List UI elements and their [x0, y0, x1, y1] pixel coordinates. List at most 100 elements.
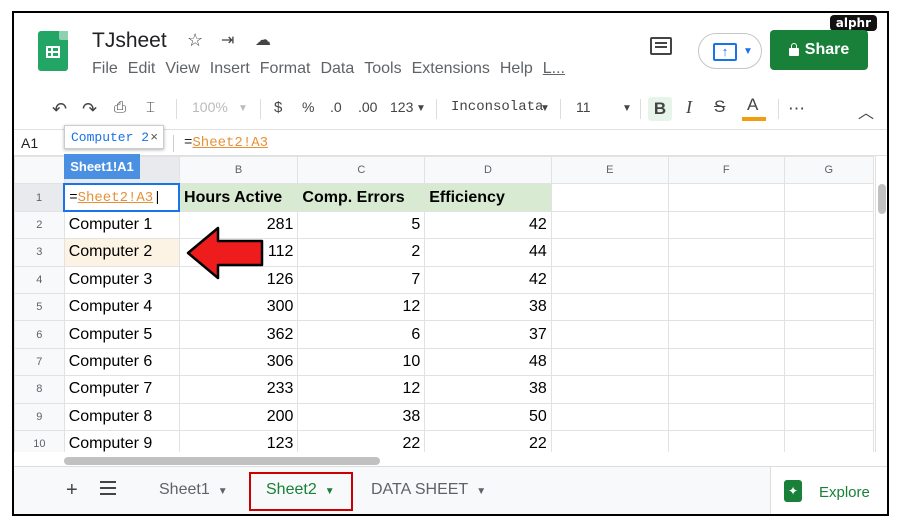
row-header[interactable]: 8: [14, 375, 65, 404]
cell[interactable]: [550, 375, 669, 404]
column-header-d[interactable]: D: [424, 156, 552, 185]
row-header[interactable]: 5: [14, 292, 65, 322]
cell-d[interactable]: 37: [424, 320, 552, 349]
cell[interactable]: [667, 183, 785, 212]
row-header[interactable]: 10: [14, 429, 65, 452]
cell-c1[interactable]: Comp. Errors: [297, 183, 426, 212]
cell-a[interactable]: Computer 8: [63, 402, 180, 431]
cell-c[interactable]: 22: [297, 429, 426, 452]
cell[interactable]: [783, 210, 874, 240]
menu-last-edit[interactable]: L...: [543, 60, 565, 78]
cell-a[interactable]: Computer 9: [63, 429, 180, 452]
formula-input[interactable]: =Sheet2!A3: [184, 135, 268, 151]
cell-c[interactable]: 12: [297, 292, 426, 322]
sheets-logo-icon[interactable]: [38, 31, 68, 71]
move-folder-icon[interactable]: ⇥: [221, 30, 234, 50]
comment-icon[interactable]: [650, 37, 672, 55]
cell[interactable]: [667, 429, 785, 452]
increase-decimal-button[interactable]: .00: [358, 99, 377, 115]
menu-file[interactable]: File: [92, 60, 118, 78]
strikethrough-button[interactable]: S: [714, 97, 725, 117]
cell-b[interactable]: 123: [178, 429, 299, 452]
row-header[interactable]: 2: [14, 210, 65, 240]
cell-a[interactable]: Computer 5: [63, 320, 180, 349]
cell-d[interactable]: 42: [424, 210, 552, 240]
cell[interactable]: [550, 238, 669, 267]
currency-format-button[interactable]: $: [274, 99, 282, 116]
row-header[interactable]: 4: [14, 265, 65, 294]
cell-c[interactable]: 6: [297, 320, 426, 349]
add-sheet-button[interactable]: +: [66, 479, 78, 502]
cell-d[interactable]: 42: [424, 265, 552, 294]
cell[interactable]: [783, 429, 874, 452]
select-all-corner[interactable]: [14, 156, 65, 185]
cell[interactable]: [550, 210, 669, 240]
menu-tools[interactable]: Tools: [364, 60, 401, 78]
menu-insert[interactable]: Insert: [210, 60, 250, 78]
star-icon[interactable]: ☆: [187, 30, 203, 51]
column-header-e[interactable]: E: [550, 156, 669, 185]
cell[interactable]: [550, 347, 669, 377]
font-size-select[interactable]: 11: [576, 99, 591, 115]
row-header[interactable]: 3: [14, 238, 65, 267]
column-header-c[interactable]: C: [297, 156, 426, 185]
column-header-f[interactable]: F: [667, 156, 785, 185]
present-button[interactable]: ↑ ▼: [698, 33, 762, 69]
cell-d[interactable]: 38: [424, 375, 552, 404]
row-header[interactable]: 7: [14, 347, 65, 377]
cell[interactable]: [667, 238, 785, 267]
collapse-toolbar-icon[interactable]: ︿: [858, 99, 874, 123]
cell-a[interactable]: Computer 1: [63, 210, 180, 240]
cell[interactable]: [667, 210, 785, 240]
bold-button[interactable]: B: [648, 97, 672, 121]
cell-d[interactable]: 38: [424, 292, 552, 322]
print-icon[interactable]: ⎙: [114, 99, 126, 116]
cell-c[interactable]: 12: [297, 375, 426, 404]
zoom-select[interactable]: 100%: [192, 99, 228, 115]
cell-b1[interactable]: Hours Active: [178, 183, 299, 212]
cell-c[interactable]: 7: [297, 265, 426, 294]
cell-b[interactable]: 306: [178, 347, 299, 377]
cell-a[interactable]: Computer 6: [63, 347, 180, 377]
cell-b[interactable]: 233: [178, 375, 299, 404]
more-formats-button[interactable]: 123: [390, 99, 413, 115]
cell[interactable]: [783, 375, 874, 404]
cell[interactable]: [783, 320, 874, 349]
column-header-g[interactable]: G: [783, 156, 874, 185]
close-icon[interactable]: ×: [150, 129, 158, 144]
cell[interactable]: [667, 375, 785, 404]
tab-sheet2[interactable]: Sheet2 ▼: [266, 481, 335, 499]
cell-a[interactable]: Computer 7: [63, 375, 180, 404]
vertical-scrollbar[interactable]: [875, 156, 887, 452]
share-button[interactable]: Share: [770, 30, 868, 70]
paint-format-icon[interactable]: ⌶: [146, 99, 155, 116]
cell-d[interactable]: 50: [424, 402, 552, 431]
cell[interactable]: [550, 265, 669, 294]
decrease-decimal-button[interactable]: .0: [330, 99, 342, 115]
italic-button[interactable]: I: [686, 97, 692, 118]
cell[interactable]: [667, 320, 785, 349]
row-header[interactable]: 9: [14, 402, 65, 431]
cell-a[interactable]: Computer 4: [63, 292, 180, 322]
cell-b[interactable]: 362: [178, 320, 299, 349]
row-header[interactable]: 1: [14, 183, 65, 212]
cell-a[interactable]: Computer 3: [63, 265, 180, 294]
column-header-b[interactable]: B: [178, 156, 299, 185]
cell-c[interactable]: 2: [297, 238, 426, 267]
cell-d[interactable]: 48: [424, 347, 552, 377]
percent-format-button[interactable]: %: [302, 99, 314, 115]
cell[interactable]: [550, 292, 669, 322]
explore-button[interactable]: ✦ Explore: [770, 467, 887, 514]
all-sheets-icon[interactable]: [100, 481, 116, 495]
cell-d[interactable]: 22: [424, 429, 552, 452]
text-color-button[interactable]: A: [747, 95, 758, 115]
cell-d[interactable]: 44: [424, 238, 552, 267]
chevron-down-icon[interactable]: ▼: [622, 103, 632, 114]
cell[interactable]: [550, 320, 669, 349]
cell[interactable]: [667, 402, 785, 431]
cell-reference[interactable]: A1: [21, 135, 38, 151]
cell[interactable]: [783, 347, 874, 377]
cell-a1[interactable]: =Sheet2!A3|: [63, 182, 181, 213]
menu-edit[interactable]: Edit: [128, 60, 156, 78]
chevron-down-icon[interactable]: ▼: [238, 103, 248, 114]
